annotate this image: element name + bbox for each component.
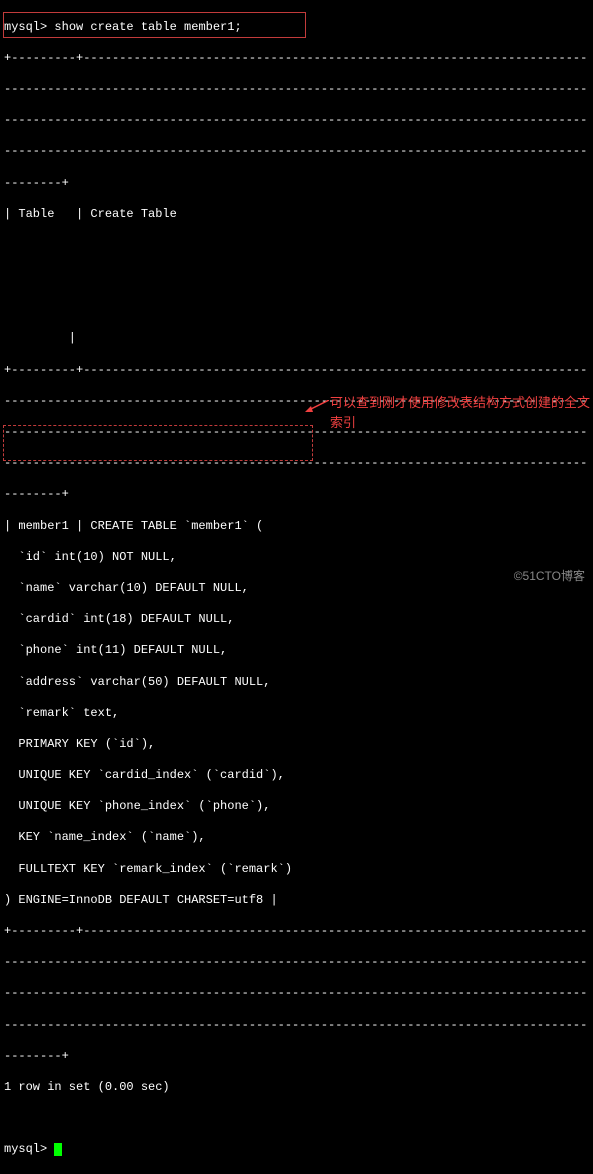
separator: ----------------------------------------… <box>4 144 589 160</box>
separator: ----------------------------------------… <box>4 456 589 472</box>
mysql-prompt: mysql> <box>4 20 54 34</box>
rows-message: 1 row in set (0.00 sec) <box>4 1080 589 1096</box>
column-def: `cardid` int(18) DEFAULT NULL, <box>4 612 589 628</box>
separator: ----------------------------------------… <box>4 1018 589 1034</box>
watermark-text: ©51CTO博客 <box>514 569 585 585</box>
create-table-start: | member1 | CREATE TABLE `member1` ( <box>4 519 589 535</box>
table-header: | Table | Create Table <box>4 207 589 223</box>
separator: ----------------------------------------… <box>4 986 589 1002</box>
column-def: `address` varchar(50) DEFAULT NULL, <box>4 675 589 691</box>
separator: --------+ <box>4 1049 589 1065</box>
primary-key: PRIMARY KEY (`id`), <box>4 737 589 753</box>
mysql-prompt: mysql> <box>4 1142 54 1156</box>
sql-command: show create table member1; <box>54 20 241 34</box>
separator: --------+ <box>4 487 589 503</box>
separator: ----------------------------------------… <box>4 113 589 129</box>
column-def: `id` int(10) NOT NULL, <box>4 550 589 566</box>
separator: --------+ <box>4 176 589 192</box>
separator: ----------------------------------------… <box>4 955 589 971</box>
fulltext-key: FULLTEXT KEY `remark_index` (`remark`) <box>4 862 589 878</box>
unique-key: UNIQUE KEY `cardid_index` (`cardid`), <box>4 768 589 784</box>
column-def: `remark` text, <box>4 706 589 722</box>
terminal-output: mysql> show create table member1; +-----… <box>4 4 589 1174</box>
engine-line: ) ENGINE=InnoDB DEFAULT CHARSET=utf8 | <box>4 893 589 909</box>
cursor-icon[interactable] <box>54 1143 62 1156</box>
annotation-text: 可以查到刚才使用修改表结构方式创建的全文索引 <box>330 393 590 432</box>
unique-key: UNIQUE KEY `phone_index` (`phone`), <box>4 799 589 815</box>
blank-pipe: | <box>4 331 589 347</box>
separator: +---------+-----------------------------… <box>4 363 589 379</box>
separator: +---------+-----------------------------… <box>4 924 589 940</box>
column-def: `name` varchar(10) DEFAULT NULL, <box>4 581 589 597</box>
separator: +---------+-----------------------------… <box>4 51 589 67</box>
separator: ----------------------------------------… <box>4 82 589 98</box>
column-def: `phone` int(11) DEFAULT NULL, <box>4 643 589 659</box>
key-def: KEY `name_index` (`name`), <box>4 830 589 846</box>
